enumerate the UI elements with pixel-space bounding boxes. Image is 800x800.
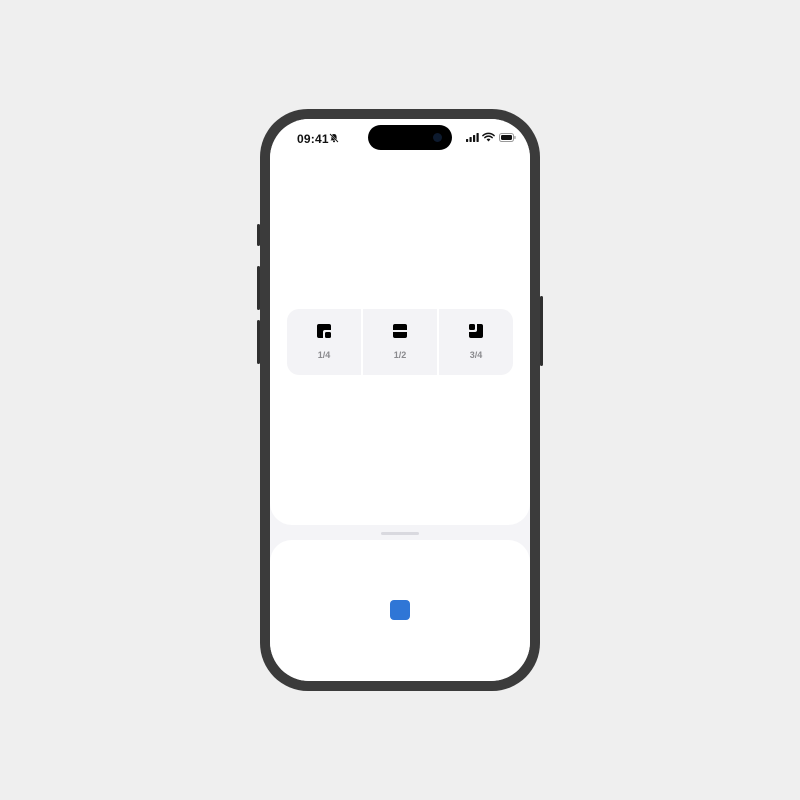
detent-option-quarter[interactable]: 1/4 bbox=[287, 309, 361, 375]
phone-screen: 1/4 1/2 3/4 09:41 bbox=[270, 119, 530, 681]
three-quarter-detent-icon bbox=[469, 324, 483, 338]
bell-slash-icon bbox=[329, 133, 339, 143]
canvas: 1/4 1/2 3/4 09:41 bbox=[0, 0, 800, 800]
detent-selector: 1/4 1/2 3/4 bbox=[287, 309, 513, 375]
detent-option-label: 1/4 bbox=[317, 350, 331, 360]
phone-frame: 1/4 1/2 3/4 09:41 bbox=[260, 109, 540, 691]
detent-option-label: 1/2 bbox=[393, 350, 407, 360]
battery-icon bbox=[499, 133, 516, 142]
cellular-signal-icon bbox=[466, 133, 479, 142]
dynamic-island bbox=[368, 125, 452, 150]
square-icon bbox=[390, 600, 410, 620]
wifi-icon bbox=[482, 132, 495, 142]
status-time: 09:41 bbox=[297, 132, 329, 146]
half-detent-icon bbox=[393, 324, 407, 338]
status-bar: 09:41 bbox=[270, 119, 530, 159]
detent-option-half[interactable]: 1/2 bbox=[363, 309, 437, 375]
main-view: 1/4 1/2 3/4 bbox=[270, 119, 530, 525]
detent-option-three-quarter[interactable]: 3/4 bbox=[439, 309, 513, 375]
quarter-detent-icon bbox=[317, 324, 331, 338]
detent-option-label: 3/4 bbox=[469, 350, 483, 360]
bottom-sheet bbox=[270, 540, 530, 681]
sheet-grabber[interactable] bbox=[381, 532, 419, 535]
power-button bbox=[540, 296, 543, 366]
